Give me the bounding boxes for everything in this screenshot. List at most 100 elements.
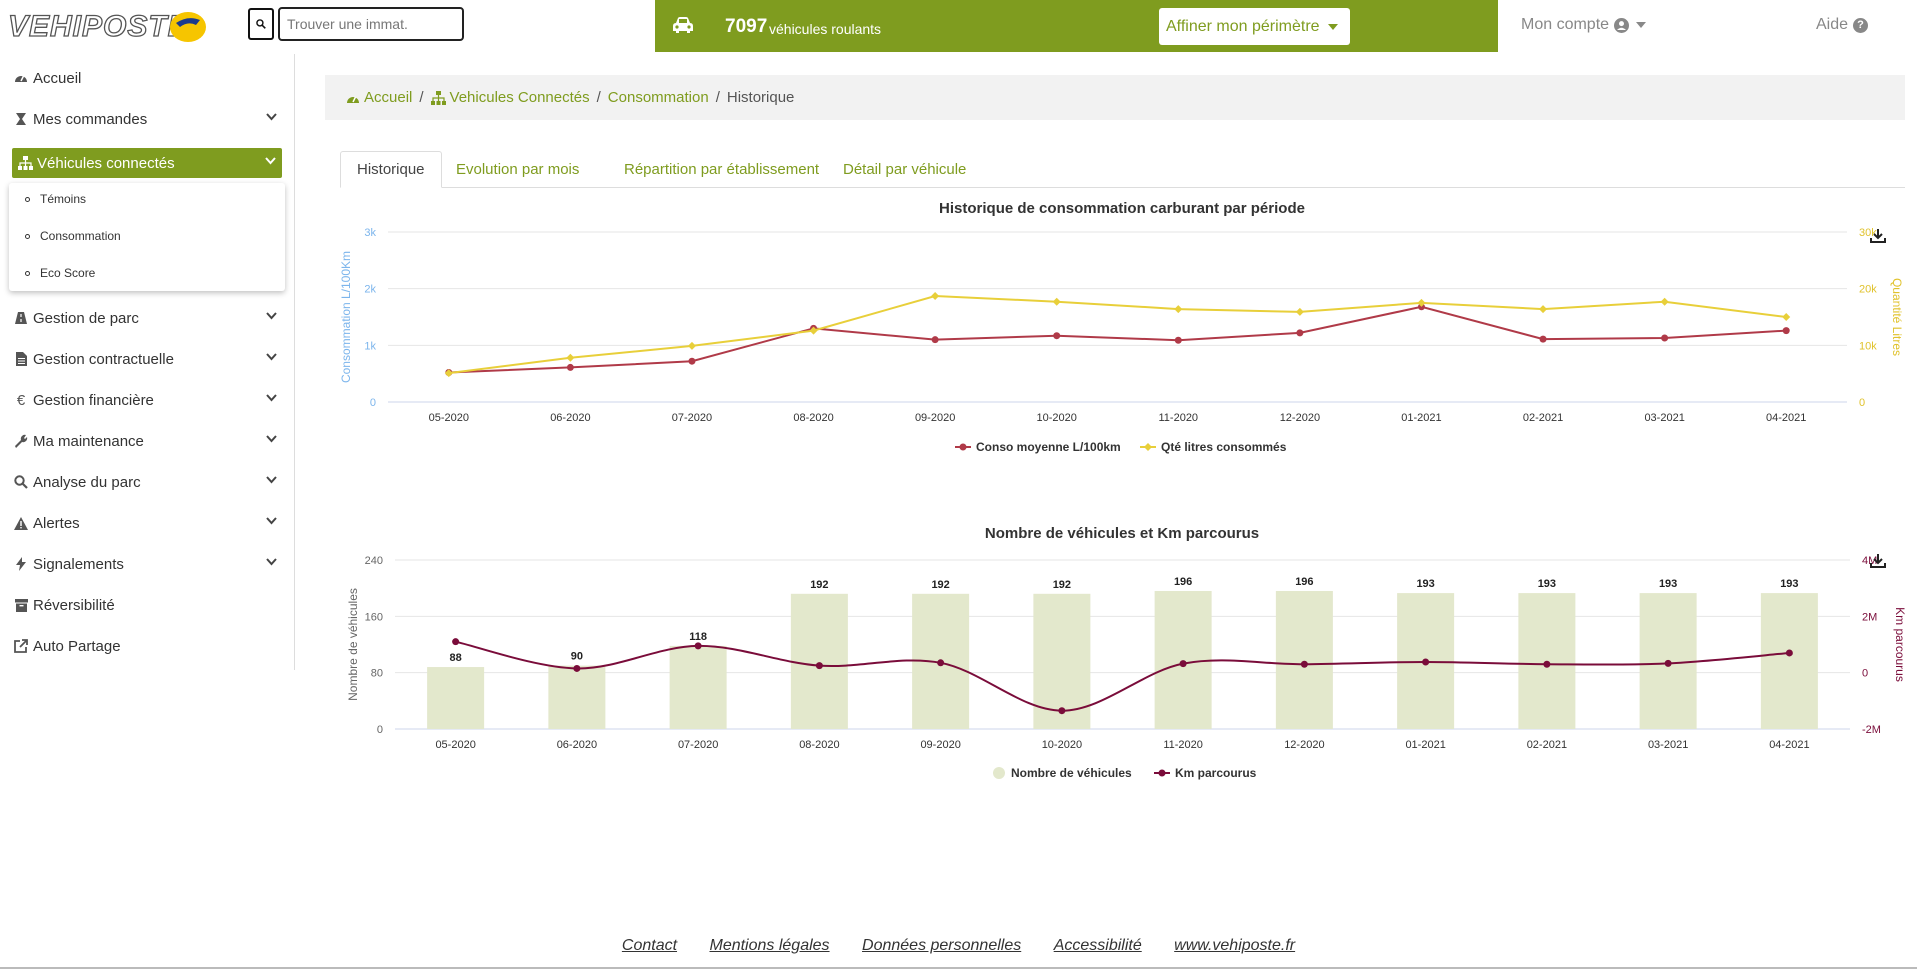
x-tick-label: 02-2021 <box>1523 412 1563 424</box>
x-tick-label: 02-2021 <box>1527 739 1567 751</box>
y-axis-right-label: Km parcourus <box>1893 607 1907 682</box>
bar <box>1154 590 1212 729</box>
y-axis-left-label: Consommation L/100Km <box>340 251 353 383</box>
sidebar-item-mes-commandes[interactable]: Mes commandes <box>13 104 283 134</box>
chevron-down-icon <box>266 113 277 121</box>
search-icon <box>256 19 266 29</box>
footer-link-donnees-personnelles[interactable]: Données personnelles <box>862 937 1021 954</box>
vehiposte-logo[interactable]: VEHIPOSTE <box>7 6 213 46</box>
tab-detail-par-vehicule[interactable]: Détail par véhicule <box>827 151 982 188</box>
download-icon[interactable] <box>1870 229 1886 243</box>
user-circle-icon <box>1614 17 1630 33</box>
data-point <box>1539 335 1547 343</box>
data-point <box>688 357 696 365</box>
external-link-icon <box>13 638 29 654</box>
download-icon[interactable] <box>1870 554 1886 568</box>
data-point <box>573 664 581 672</box>
submenu-item-consommation[interactable]: Consommation <box>25 229 121 243</box>
y-tick-label-left: 3k <box>364 227 376 239</box>
y-tick-label-left: 2k <box>364 284 376 296</box>
account-menu[interactable]: Mon compte <box>1521 16 1647 34</box>
sidebar-item-ma-maintenance[interactable]: Ma maintenance <box>13 426 283 456</box>
y-tick-label-right: 0 <box>1859 397 1865 409</box>
breadcrumb-consommation[interactable]: Consommation <box>608 89 709 106</box>
sidebar-item-gestion-financiere[interactable]: € Gestion financière <box>13 385 283 415</box>
submenu-item-temoins[interactable]: Témoins <box>25 192 86 206</box>
x-tick-label: 03-2021 <box>1644 412 1684 424</box>
x-tick-label: 12-2020 <box>1284 739 1324 751</box>
scope-filter-label: Affiner mon périmètre <box>1166 17 1320 35</box>
bar-data-label: 193 <box>1416 578 1434 590</box>
chevron-down-icon <box>266 558 277 566</box>
sidebar-item-gestion-de-parc[interactable]: Gestion de parc <box>13 303 283 333</box>
bar-data-label: 192 <box>810 579 828 591</box>
sidebar-item-accueil[interactable]: Accueil <box>13 63 283 93</box>
bullet-icon <box>25 233 30 239</box>
sitemap-icon <box>17 155 33 171</box>
sidebar-item-vehicules-connectes[interactable]: Véhicules connectés <box>12 148 282 178</box>
sidebar-item-alertes[interactable]: Alertes <box>13 508 283 538</box>
plate-search-input[interactable] <box>278 7 464 41</box>
y-tick-label-left: 0 <box>377 724 383 736</box>
x-tick-label: 07-2020 <box>678 739 718 751</box>
x-tick-label: 01-2021 <box>1401 412 1441 424</box>
chevron-down-icon <box>266 476 277 484</box>
bar-data-label: 90 <box>571 651 583 663</box>
sidebar-item-reversibilite[interactable]: Réversibilité <box>13 590 283 620</box>
tab-historique[interactable]: Historique <box>340 151 442 188</box>
data-point <box>1179 660 1187 668</box>
footer-link-contact[interactable]: Contact <box>622 937 677 954</box>
file-icon <box>13 351 29 367</box>
legend-label: Qté litres consommés <box>1161 440 1287 454</box>
legend-marker <box>993 767 1005 779</box>
sidebar-item-analyse-du-parc[interactable]: Analyse du parc <box>13 467 283 497</box>
bullet-icon <box>25 196 30 202</box>
legend-label: Nombre de véhicules <box>1011 766 1132 780</box>
help-link[interactable]: Aide ? <box>1816 16 1869 34</box>
search-button[interactable] <box>248 8 274 40</box>
scope-filter-button[interactable]: Affiner mon périmètre <box>1159 8 1350 45</box>
submenu-item-eco-score[interactable]: Eco Score <box>25 266 95 280</box>
sidebar-item-label: Véhicules connectés <box>37 154 175 172</box>
data-point <box>1296 329 1304 337</box>
submenu-item-label: Consommation <box>40 229 121 243</box>
breadcrumb-vehicules-connectes[interactable]: Vehicules Connectés <box>430 89 590 106</box>
y-tick-label-right: 10k <box>1859 340 1877 352</box>
bullet-icon <box>25 270 30 276</box>
data-point <box>694 642 702 650</box>
x-tick-label: 01-2021 <box>1405 739 1445 751</box>
km-spline <box>455 640 1790 712</box>
vehicle-count: 7097 <box>725 16 768 37</box>
footer-link-mentions-legales[interactable]: Mentions légales <box>709 937 829 954</box>
search-icon <box>13 474 29 490</box>
breadcrumb-current: Historique <box>726 89 795 106</box>
chevron-down-icon <box>266 517 277 525</box>
x-tick-label: 09-2020 <box>920 739 960 751</box>
sidebar-item-gestion-contractuelle[interactable]: Gestion contractuelle <box>13 344 283 374</box>
breadcrumb-separator: / <box>419 89 424 106</box>
chevron-down-icon <box>265 157 276 165</box>
chevron-down-icon <box>266 394 277 402</box>
bottom-divider <box>0 967 1917 969</box>
x-tick-label: 08-2020 <box>799 739 839 751</box>
legend-marker <box>1144 443 1152 451</box>
x-tick-label: 06-2020 <box>557 739 597 751</box>
footer-link-website[interactable]: www.vehiposte.fr <box>1174 937 1295 954</box>
warning-icon <box>13 515 29 531</box>
series-line <box>448 295 1787 375</box>
tab-repartition-par-etablissement[interactable]: Répartition par établissement <box>608 151 835 188</box>
tab-evolution-par-mois[interactable]: Evolution par mois <box>440 151 595 188</box>
sidebar-item-label: Ma maintenance <box>33 432 144 450</box>
footer-link-accessibilite[interactable]: Accessibilité <box>1054 937 1142 954</box>
data-point <box>452 638 460 646</box>
data-point <box>1300 660 1308 668</box>
data-point <box>1053 332 1061 340</box>
data-point <box>1782 313 1791 321</box>
data-point <box>1661 334 1669 342</box>
sidebar-item-auto-partage[interactable]: Auto Partage <box>13 631 283 661</box>
breadcrumb-home[interactable]: Accueil <box>346 89 412 106</box>
hourglass-icon <box>13 111 29 127</box>
sidebar-item-signalements[interactable]: Signalements <box>13 549 283 579</box>
help-label: Aide <box>1816 16 1849 33</box>
dashboard-icon <box>347 96 359 103</box>
